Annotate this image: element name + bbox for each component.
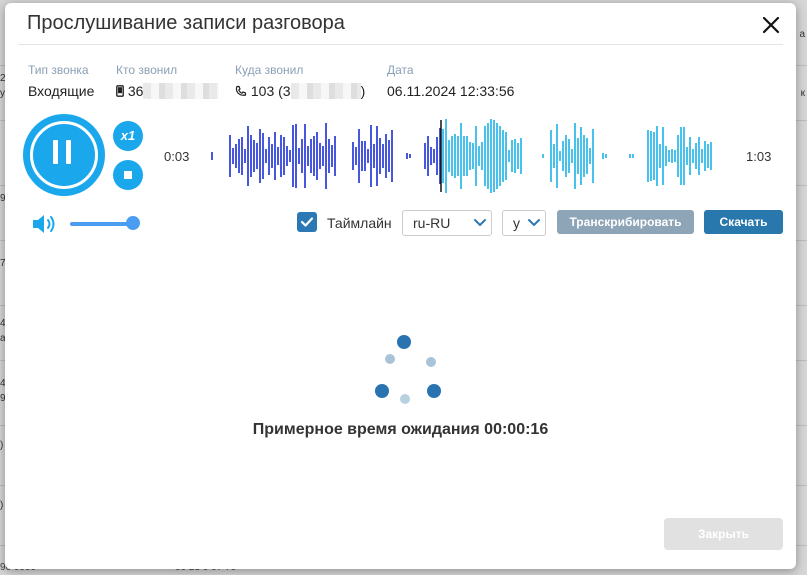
redacted-area <box>143 83 220 99</box>
timeline-checkbox[interactable] <box>297 212 317 232</box>
timeline-label: Таймлайн <box>327 215 392 231</box>
language-select-value: ru-RU <box>413 215 451 231</box>
dialog-title: Прослушивание записи разговора <box>27 12 345 34</box>
close-button[interactable]: Закрыть <box>664 518 783 550</box>
header-divider <box>18 44 783 45</box>
bg-fragment: ) <box>0 500 4 511</box>
caller-value-group: 36 <box>116 83 220 99</box>
transcribe-button[interactable]: Транскрибировать <box>557 210 694 234</box>
date-label: Дата <box>387 63 414 77</box>
pause-icon <box>30 121 98 189</box>
phone-icon <box>235 85 247 96</box>
caller-label: Кто звонил <box>116 63 178 77</box>
caller-number: 36 <box>127 83 144 99</box>
bg-fragment: к <box>800 88 805 99</box>
mobile-phone-icon <box>116 85 124 97</box>
download-button[interactable]: Скачать <box>704 210 783 234</box>
pause-button[interactable] <box>23 114 105 196</box>
callee-value-group: 103 (3) <box>235 83 365 99</box>
redacted-area <box>290 83 361 99</box>
waveform[interactable] <box>205 118 717 194</box>
current-time: 0:03 <box>164 149 190 164</box>
chevron-down-icon <box>474 219 486 227</box>
playback-speed-button[interactable]: x1 <box>113 121 143 151</box>
callee-label: Куда звонил <box>235 63 304 77</box>
volume-icon[interactable] <box>31 212 61 236</box>
close-icon[interactable] <box>757 11 785 39</box>
check-icon <box>300 217 314 227</box>
bg-fragment: а <box>799 29 805 40</box>
call-type-value: Входящие <box>28 83 95 99</box>
wait-time-text: Примерное время ожидания 00:00:16 <box>252 421 549 438</box>
secondary-select[interactable]: у <box>502 210 546 236</box>
language-select[interactable]: ru-RU <box>402 210 492 236</box>
date-value: 06.11.2024 12:33:56 <box>387 83 515 99</box>
total-time: 1:03 <box>746 149 772 164</box>
stop-icon <box>124 171 132 179</box>
stop-button[interactable] <box>113 160 143 190</box>
secondary-select-value: у <box>513 215 520 231</box>
call-type-label: Тип звонка <box>28 63 89 77</box>
bg-fragment: ) <box>0 440 4 451</box>
volume-slider-handle[interactable] <box>126 216 140 230</box>
recording-dialog: Прослушивание записи разговора Тип звонк… <box>5 3 796 569</box>
chevron-down-icon <box>528 219 540 227</box>
callee-number: 103 (3 <box>250 83 291 99</box>
callee-number-end: ) <box>360 83 366 99</box>
